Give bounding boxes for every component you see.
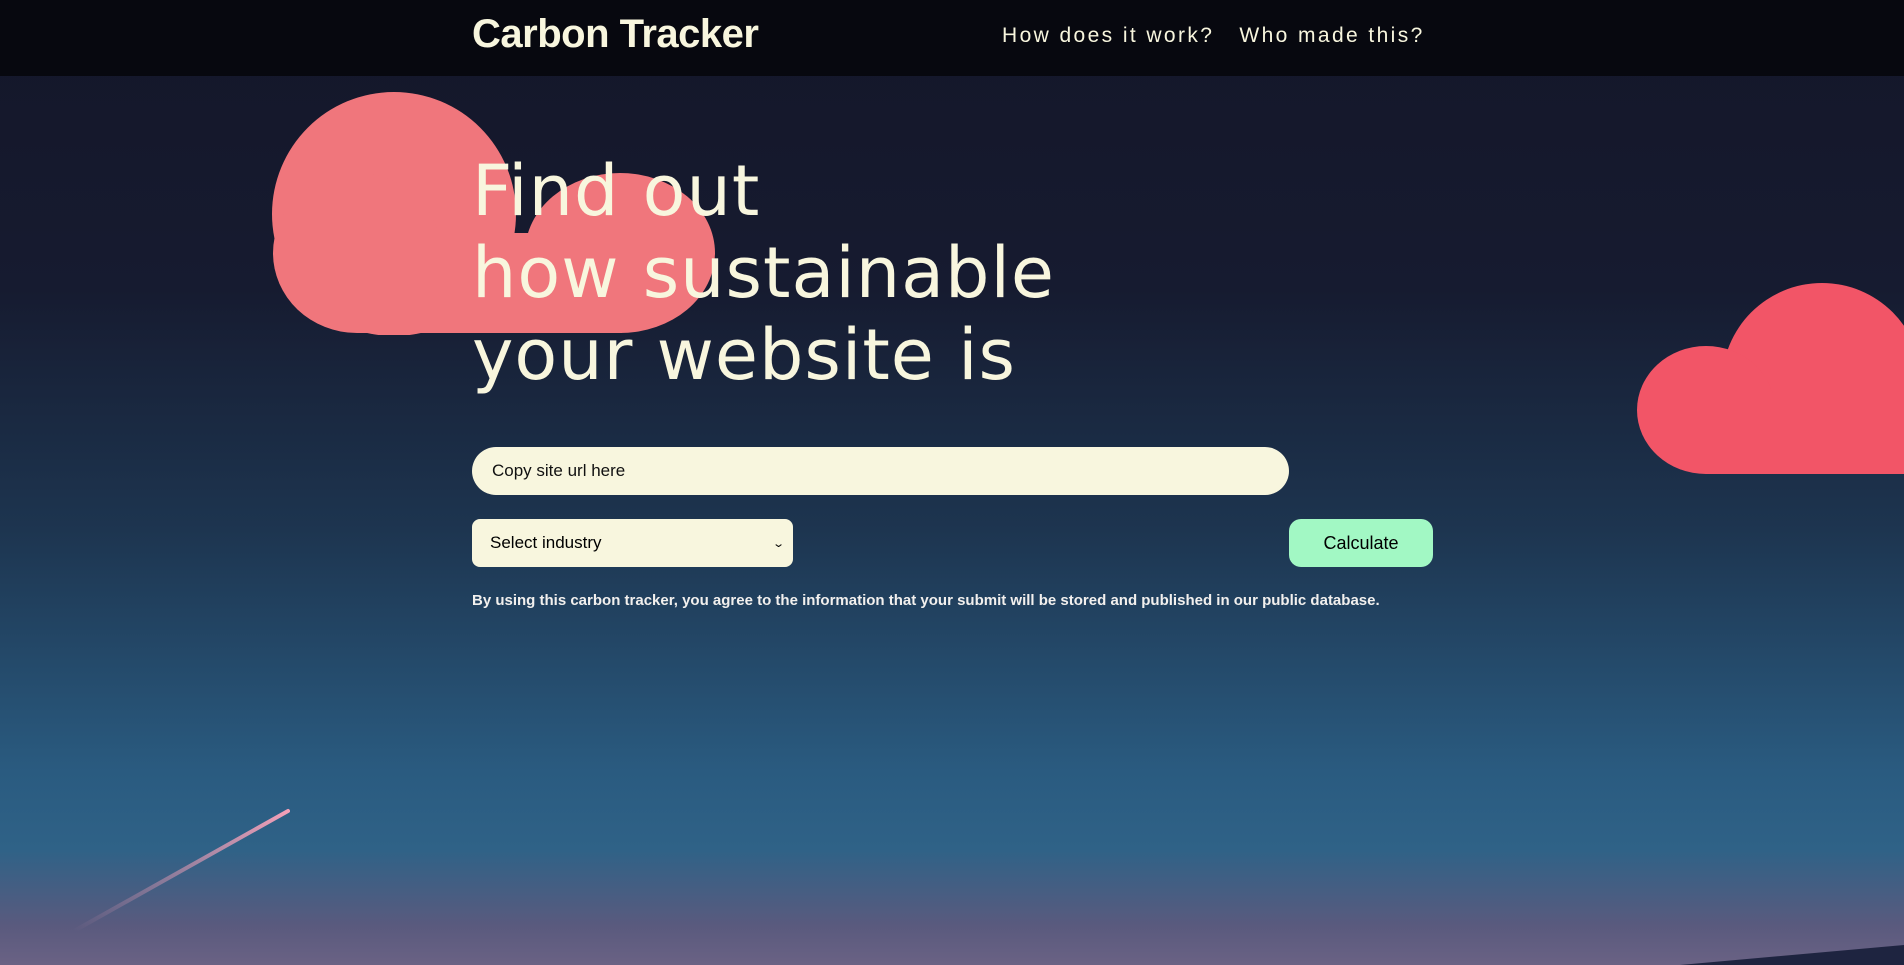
brand-logo[interactable]: Carbon Tracker bbox=[472, 12, 759, 57]
ground-hill bbox=[1680, 945, 1904, 965]
hero-line-1: Find out bbox=[472, 150, 761, 232]
industry-select-value: Select industry bbox=[490, 533, 602, 552]
shooting-star-streak bbox=[72, 809, 290, 933]
hero-line-2: how sustainable bbox=[472, 232, 1055, 314]
nav-link-who-made-this[interactable]: Who made this? bbox=[1239, 24, 1424, 48]
cloud-illustration-right bbox=[1637, 283, 1904, 474]
chevron-down-icon: ⌄ bbox=[771, 537, 785, 550]
hero-line-3: your website is bbox=[472, 314, 1016, 396]
industry-select[interactable]: Select industry ⌄ bbox=[472, 519, 793, 567]
site-url-input[interactable] bbox=[472, 447, 1289, 495]
nav-link-how-it-works[interactable]: How does it work? bbox=[1002, 24, 1214, 48]
privacy-disclaimer: By using this carbon tracker, you agree … bbox=[472, 592, 1380, 609]
calculate-button[interactable]: Calculate bbox=[1289, 519, 1433, 567]
hero-headline: Find out how sustainable your website is bbox=[472, 150, 1055, 396]
nav-links: How does it work? Who made this? bbox=[1002, 24, 1425, 48]
top-navbar: Carbon Tracker How does it work? Who mad… bbox=[0, 0, 1904, 76]
